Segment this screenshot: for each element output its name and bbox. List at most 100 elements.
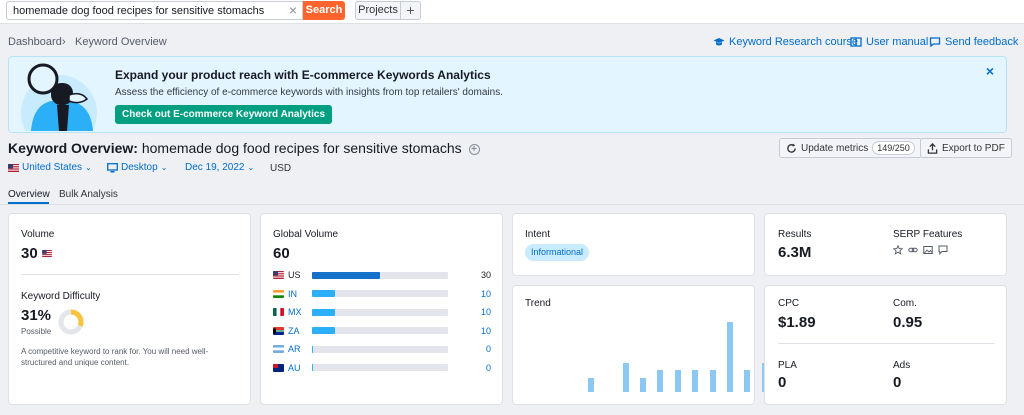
update-metrics-count: 149/250	[872, 141, 915, 155]
cpc-label: CPC	[778, 298, 800, 309]
country-volume-bar-fill	[312, 364, 314, 371]
global-volume-value: 60	[273, 245, 290, 262]
keyword-difficulty-level: Possible	[21, 327, 52, 336]
competition-value: 0.95	[893, 314, 923, 331]
trend-bar[interactable]	[587, 378, 594, 392]
close-banner-icon[interactable]: ×	[986, 63, 994, 79]
update-metrics-button[interactable]: Update metrics 149/250	[779, 138, 922, 158]
add-project-button[interactable]: +	[400, 1, 421, 20]
search-box: ×	[6, 1, 303, 20]
country-row-mx[interactable]: MX 10	[273, 306, 491, 318]
ecommerce-analytics-button[interactable]: Check out E-commerce Keyword Analytics	[115, 105, 333, 124]
feedback-link-label: Send feedback	[945, 36, 1019, 48]
country-volume-value: 0	[485, 362, 491, 373]
promo-banner: Expand your product reach with E-commerc…	[8, 56, 1007, 133]
country-volume-value: 10	[480, 288, 491, 299]
country-volume-bar-fill	[312, 327, 336, 334]
comment-icon[interactable]	[938, 245, 948, 255]
chat-bubble-icon	[929, 37, 941, 48]
country-volume-value: 30	[480, 270, 491, 280]
device-selector[interactable]: Desktop ⌄	[107, 162, 167, 173]
tab-bulk-analysis[interactable]: Bulk Analysis	[59, 189, 118, 200]
trend-bar[interactable]	[744, 369, 751, 392]
trend-bar[interactable]	[674, 369, 681, 392]
chevron-down-icon: ⌄	[160, 163, 168, 172]
trend-bar[interactable]	[727, 322, 733, 392]
country-selector[interactable]: United States ⌄	[8, 162, 92, 173]
intent-card: Intent Informational	[512, 213, 755, 276]
breadcrumb-current: Keyword Overview	[75, 36, 167, 48]
global-volume-card: Global Volume 60 US 30 IN 10 MX 10 ZA 10 AR 0 AU 0	[260, 213, 503, 405]
country-code: AR	[288, 344, 301, 354]
intent-label: Intent	[525, 229, 551, 240]
magnifier-illustration-icon	[21, 63, 97, 131]
za-flag-icon	[273, 326, 284, 335]
card-divider	[778, 343, 995, 344]
ar-flag-icon	[273, 345, 284, 353]
intent-badge[interactable]: Informational	[525, 244, 590, 261]
country-row-in[interactable]: IN 10	[273, 288, 491, 300]
manual-link-label: User manual	[866, 36, 929, 48]
card-divider	[21, 274, 239, 275]
trend-label: Trend	[525, 298, 551, 309]
export-pdf-button[interactable]: Export to PDF	[920, 138, 1012, 158]
country-row-au[interactable]: AU 0	[273, 362, 491, 374]
country-volume-bar	[312, 345, 448, 353]
cpc-card: CPC $1.89 Com. 0.95 PLA 0 Ads 0	[764, 285, 1007, 405]
keyword-research-course-link[interactable]: Keyword Research course	[713, 36, 858, 48]
country-volume-bar-fill	[312, 290, 336, 297]
cpc-value: $1.89	[778, 314, 816, 331]
trend-bar[interactable]	[709, 369, 716, 392]
country-code: US	[288, 270, 301, 280]
country-volume-bar	[312, 364, 448, 371]
page-title-prefix: Keyword Overview:	[8, 140, 138, 156]
breadcrumb-dashboard[interactable]: Dashboard	[8, 36, 62, 48]
trend-bar[interactable]	[692, 369, 699, 392]
search-input[interactable]	[13, 4, 283, 18]
volume-value: 30	[21, 245, 52, 262]
add-to-list-icon[interactable]: +	[468, 144, 480, 155]
trend-chart	[525, 322, 768, 392]
trend-bar[interactable]	[657, 369, 664, 392]
results-label: Results	[778, 229, 812, 240]
country-row-us[interactable]: US 30	[273, 269, 491, 281]
graduation-cap-icon	[713, 38, 725, 46]
user-manual-link[interactable]: User manual	[850, 36, 928, 48]
au-flag-icon	[273, 363, 284, 372]
trend-bar[interactable]	[622, 362, 629, 392]
breadcrumb-separator-icon: ›	[62, 36, 66, 48]
ads-label: Ads	[893, 360, 911, 371]
clear-search-icon[interactable]: ×	[289, 2, 297, 19]
search-button[interactable]: Search	[303, 1, 345, 20]
serp-features-label: SERP Features	[893, 229, 963, 240]
link-icon[interactable]	[908, 245, 918, 255]
tab-overview[interactable]: Overview	[8, 189, 50, 200]
country-volume-bar-fill	[312, 345, 314, 353]
projects-button[interactable]: Projects	[355, 1, 401, 20]
global-volume-label: Global Volume	[273, 229, 339, 240]
ads-value: 0	[893, 374, 902, 391]
country-volume-bar	[312, 308, 448, 316]
country-row-ar[interactable]: AR 0	[273, 343, 491, 355]
country-code: MX	[288, 307, 302, 317]
banner-text: Assess the efficiency of e-commerce keyw…	[115, 87, 503, 98]
tabs-divider	[0, 204, 1024, 205]
us-flag-icon	[8, 163, 19, 172]
results-card: Results 6.3M SERP Features	[764, 213, 1007, 276]
update-metrics-label: Update metrics	[801, 142, 869, 154]
volume-card: Volume 30 Keyword Difficulty 31% Possibl…	[8, 213, 251, 405]
chevron-down-icon: ⌄	[85, 163, 92, 172]
us-flag-icon	[273, 271, 284, 279]
country-row-za[interactable]: ZA 10	[273, 325, 491, 337]
banner-title: Expand your product reach with E-commerc…	[115, 68, 491, 82]
desktop-icon	[107, 162, 118, 172]
export-pdf-label: Export to PDF	[942, 142, 1005, 154]
trend-bar[interactable]	[640, 378, 646, 392]
date-selector[interactable]: Dec 19, 2022 ⌄	[185, 162, 254, 173]
kd-donut-chart	[58, 309, 84, 335]
send-feedback-link[interactable]: Send feedback	[929, 36, 1018, 48]
star-icon[interactable]	[893, 245, 903, 255]
serp-features-icons	[893, 245, 948, 255]
image-icon[interactable]	[923, 245, 933, 255]
keyword-difficulty-note: A competitive keyword to rank for. You w…	[21, 347, 209, 367]
